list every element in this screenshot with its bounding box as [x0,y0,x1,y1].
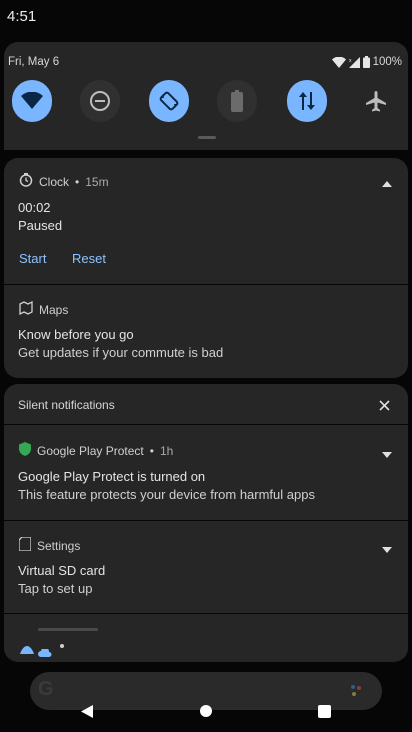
mobile-data-tile[interactable] [287,80,327,122]
silent-label: Silent notifications [18,398,115,412]
do-not-disturb-tile[interactable] [80,80,120,122]
battery-icon [362,56,370,68]
maps-app-name: Maps [39,302,69,317]
settings-title: Virtual SD card [18,563,106,578]
svg-text:x: x [349,58,352,64]
gpp-app-name: Google Play Protect [37,443,144,458]
sd-card-icon [18,536,32,554]
auto-rotate-icon [158,90,180,112]
shield-icon [19,442,31,459]
gpp-when: 1h [159,443,174,458]
clock-when: 15m [85,174,109,189]
reset-button[interactable]: Reset [72,251,106,266]
start-button[interactable]: Start [19,251,46,266]
chevron-down-icon[interactable] [382,446,392,464]
qs-status-icons: x 100% [331,56,402,68]
settings-app-name: Settings [37,538,81,553]
gpp-app-row: Google Play Protect • 1h [19,442,173,459]
wifi-signal-icon [331,56,346,68]
qs-date[interactable]: Fri, May 6 [8,56,59,68]
home-icon[interactable] [200,705,212,717]
recents-icon[interactable] [318,705,331,718]
back-icon[interactable] [80,705,93,723]
airplane-icon [365,90,387,112]
clock-app-name: Clock [39,174,70,189]
battery-saver-icon [231,90,243,112]
timer-state: Paused [18,218,63,233]
cloud-icon [38,644,52,662]
maps-app-row: Maps [19,300,69,318]
qs-drag-handle[interactable] [198,136,216,139]
screen: 4:51 Fri, May 6 x 100% Clock • 15m 00:02… [0,0,412,732]
silent-notifications-header: Silent notifications [4,384,408,424]
notification-icon [20,642,34,660]
timer-icon [19,173,33,190]
partial-notification[interactable] [4,614,408,662]
gpp-title: Google Play Protect is turned on [18,469,206,484]
play-protect-notification[interactable]: Google Play Protect • 1h Google Play Pro… [4,425,408,520]
battery-percent: 100% [372,56,402,68]
clock-app-row: Clock • 15m [19,173,109,190]
gpp-text: This feature protects your device from h… [18,487,315,502]
partial-notification-title [38,628,98,631]
maps-notification[interactable]: Maps Know before you go Get updates if y… [4,285,408,378]
wifi-icon [21,92,43,110]
clock-notification[interactable]: Clock • 15m 00:02 Paused Start Reset [4,158,408,284]
settings-text: Tap to set up [18,581,93,596]
separator: • [149,443,154,458]
mobile-data-icon [298,90,316,112]
wifi-tile[interactable] [12,80,52,122]
settings-notification[interactable]: Settings Virtual SD card Tap to set up [4,521,408,613]
close-icon[interactable] [379,398,390,416]
more-indicator [60,644,64,648]
do-not-disturb-icon [89,90,111,112]
cell-signal-icon: x [348,56,360,68]
maps-title: Know before you go [18,327,134,342]
timer-time: 00:02 [18,200,51,215]
maps-text: Get updates if your commute is bad [18,345,224,360]
chevron-up-icon[interactable] [382,174,392,192]
maps-icon [19,300,33,318]
auto-rotate-tile[interactable] [149,80,189,122]
airplane-mode-tile[interactable] [356,80,396,122]
status-time: 4:51 [7,8,37,25]
separator: • [75,174,80,189]
quick-settings-panel: Fri, May 6 x 100% [4,42,408,150]
settings-app-row: Settings [18,536,81,554]
google-logo-icon: G [38,678,54,700]
chevron-down-icon[interactable] [382,541,392,559]
assistant-icon[interactable] [350,684,364,703]
battery-saver-tile[interactable] [217,80,257,122]
